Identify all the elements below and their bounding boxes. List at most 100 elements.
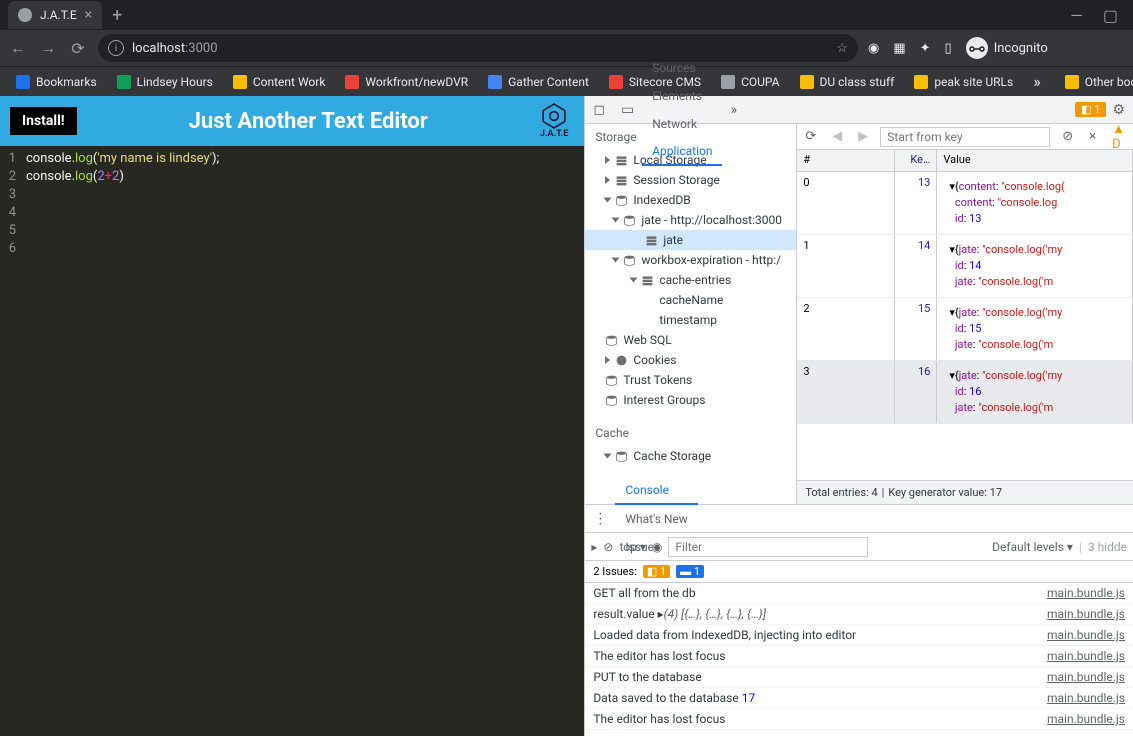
incognito-label: Incognito — [994, 41, 1048, 56]
issues-bar[interactable]: 2 Issues: ◧ 1 ▬ 1 — [585, 561, 1133, 583]
puzzle-icon[interactable]: ✦ — [920, 41, 931, 56]
devtools-tab-network[interactable]: Network — [642, 110, 722, 138]
websql-item[interactable]: Web SQL — [585, 330, 796, 350]
console-menu-icon[interactable]: ⋮ — [585, 511, 615, 527]
bookmark-item[interactable]: peak site URLs — [906, 72, 1021, 92]
reload-button[interactable]: ⟳ — [68, 39, 88, 58]
back-button[interactable]: ← — [8, 38, 28, 58]
bookmarks-overflow-icon[interactable]: » — [1025, 72, 1049, 91]
col-index[interactable]: # — [797, 150, 895, 171]
interest-groups-item[interactable]: Interest Groups — [585, 390, 796, 410]
workbox-db-item[interactable]: workbox-expiration - http:/ — [585, 250, 796, 270]
console-tabs: ⋮ ConsoleWhat's NewIssues — [585, 505, 1133, 533]
star-icon[interactable]: ☆ — [836, 41, 848, 56]
context-selector[interactable]: top ▾ — [619, 540, 645, 554]
code-editor[interactable]: 123456 console.log('my name is lindsey')… — [0, 146, 584, 736]
log-row[interactable]: The editor has lost focusmain.bundle.js — [585, 646, 1133, 667]
forward-button[interactable]: → — [38, 38, 58, 58]
incognito-indicator[interactable]: Incognito — [966, 37, 1048, 59]
filter-input[interactable] — [668, 537, 868, 557]
bookmark-item[interactable]: Lindsey Hours — [109, 72, 221, 92]
devtools-tab-sources[interactable]: Sources — [642, 54, 722, 82]
log-row[interactable]: result.value ▸(4) [{…}, {…}, {…}, {…}]ma… — [585, 604, 1133, 625]
browser-tab[interactable]: J.A.T.E × — [8, 1, 102, 29]
maximize-icon[interactable]: ▢ — [1103, 6, 1118, 25]
cookies-item[interactable]: Cookies — [585, 350, 796, 370]
timestamp-item[interactable]: timestamp — [585, 310, 796, 330]
log-row[interactable]: GET all from the dbmain.bundle.js — [585, 583, 1133, 604]
more-tabs-icon[interactable]: » — [722, 102, 745, 118]
close-icon[interactable]: × — [85, 7, 92, 23]
log-row[interactable]: Data saved to the database 17main.bundle… — [585, 688, 1133, 709]
levels-selector[interactable]: Default levels ▾ — [992, 540, 1073, 554]
refresh-icon[interactable]: ⟳ — [797, 129, 824, 144]
data-panel: ⟳ ◀ ▶ ⊘ × ▲ D # Ke… Value 013▾{content: … — [797, 124, 1133, 504]
other-bookmarks[interactable]: Other book — [1057, 72, 1133, 92]
cache-storage-item[interactable]: Cache Storage — [585, 446, 796, 466]
trust-tokens-item[interactable]: Trust Tokens — [585, 370, 796, 390]
url-input[interactable]: i localhost:3000 ☆ — [98, 34, 858, 62]
info-icon[interactable]: i — [108, 40, 124, 56]
hidden-count: 3 hidde — [1088, 540, 1127, 554]
indexeddb-item[interactable]: IndexedDB — [585, 190, 796, 210]
col-value[interactable]: Value — [937, 150, 1133, 171]
cachename-item[interactable]: cacheName — [585, 290, 796, 310]
delete-icon[interactable]: × — [1081, 129, 1104, 144]
device-icon[interactable]: ▭ — [613, 102, 642, 118]
jate-db-item[interactable]: jate - http://localhost:3000 — [585, 210, 796, 230]
log-row[interactable]: PUT to the databasemain.bundle.js — [585, 667, 1133, 688]
jate-store-item[interactable]: jate — [585, 230, 796, 250]
panel-icon[interactable]: ▯ — [945, 41, 952, 56]
bookmark-item[interactable]: COUPA — [713, 72, 787, 92]
data-footer: Total entries: 4 | Key generator value: … — [797, 480, 1133, 504]
console-log[interactable]: GET all from the dbmain.bundle.jsresult.… — [585, 583, 1133, 736]
issue-badge[interactable]: ◧ 1 — [1075, 102, 1106, 117]
clear-icon[interactable]: ⊘ — [1054, 129, 1081, 144]
table-row[interactable]: 316▾{jate: "console.log('my id: 16 jate:… — [797, 361, 1133, 424]
bookmark-item[interactable]: Bookmarks — [8, 72, 105, 92]
table-row[interactable]: 013▾{content: "console.log( content: "co… — [797, 172, 1133, 235]
console-tab-what-s-new[interactable]: What's New — [615, 505, 697, 533]
warn-icon: ▲ D — [1104, 121, 1133, 152]
table-row[interactable]: 114▾{jate: "console.log('my id: 14 jate:… — [797, 235, 1133, 298]
install-button[interactable]: Install! — [10, 107, 77, 135]
devtools-tab-elements[interactable]: Elements — [642, 82, 722, 110]
code-area[interactable]: console.log('my name is lindsey');consol… — [20, 146, 219, 736]
col-key[interactable]: Ke… — [895, 150, 937, 171]
data-toolbar: ⟳ ◀ ▶ ⊘ × ▲ D — [797, 124, 1133, 150]
incognito-icon — [966, 37, 988, 59]
url-port: :3000 — [185, 41, 217, 56]
table-row[interactable]: 215▾{jate: "console.log('my id: 15 jate:… — [797, 298, 1133, 361]
devtools-tab-application[interactable]: Application — [642, 138, 722, 166]
table-header: # Ke… Value — [797, 150, 1133, 172]
inspect-icon[interactable]: ◻ — [585, 102, 613, 118]
log-row[interactable]: Loaded data from IndexedDB, injecting in… — [585, 625, 1133, 646]
prev-icon[interactable]: ◀ — [824, 129, 850, 144]
minimize-icon[interactable]: ― — [1070, 6, 1083, 25]
bookmark-item[interactable]: Gather Content — [480, 72, 597, 92]
new-tab-button[interactable]: + — [102, 5, 132, 26]
live-expr-icon[interactable]: ◉ — [652, 540, 662, 554]
cache-section-header: Cache — [585, 420, 796, 446]
jate-app: Install! Just Another Text Editor J.A.T.… — [0, 96, 584, 736]
bookmark-item[interactable]: DU class stuff — [792, 72, 903, 92]
next-icon[interactable]: ▶ — [850, 129, 876, 144]
gear-icon[interactable]: ⚙ — [1112, 102, 1125, 118]
camera-icon[interactable]: ◉ — [868, 41, 879, 56]
console-tab-console[interactable]: Console — [615, 477, 697, 505]
address-bar: ← → ⟳ i localhost:3000 ☆ ◉ ▦ ✦ ▯ Incogni… — [0, 30, 1133, 66]
extension-icon[interactable]: ▦ — [893, 41, 905, 56]
start-from-key-input[interactable] — [880, 127, 1050, 147]
session-storage-item[interactable]: Session Storage — [585, 170, 796, 190]
console-play-icon[interactable]: ▸ — [591, 540, 597, 554]
console-clear-icon[interactable]: ⊘ — [603, 540, 613, 554]
cache-entries-item[interactable]: cache-entries — [585, 270, 796, 290]
bookmark-item[interactable]: Workfront/newDVR — [337, 72, 476, 92]
data-table: # Ke… Value 013▾{content: "console.log( … — [797, 150, 1133, 480]
jate-logo: J.A.T.E — [540, 103, 568, 139]
tab-title: J.A.T.E — [40, 8, 77, 22]
window-controls: ― ▢ — [1070, 6, 1133, 25]
log-row[interactable]: The editor has lost focusmain.bundle.js — [585, 709, 1133, 730]
storage-tree: Storage Local Storage Session Storage In… — [585, 124, 797, 504]
bookmark-item[interactable]: Content Work — [225, 72, 334, 92]
